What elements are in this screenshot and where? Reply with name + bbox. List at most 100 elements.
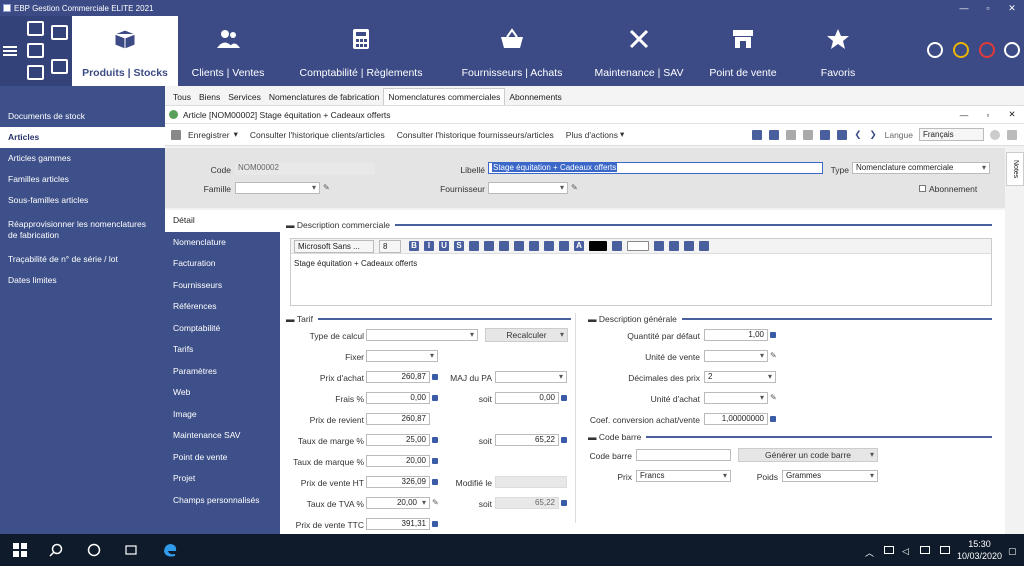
nav-favoris[interactable]: Favoris (802, 16, 874, 86)
strike-icon[interactable]: S (454, 241, 464, 251)
language-select[interactable]: Français (919, 128, 984, 141)
vtab-comptabilite[interactable]: Comptabilité (165, 318, 280, 340)
tab-nomenclatures-fabrication[interactable]: Nomenclatures de fabrication (265, 89, 384, 105)
maj-pa-select[interactable] (495, 371, 567, 383)
prix-unit-select[interactable]: Francs (636, 470, 731, 482)
nav-maintenance-sav[interactable]: Maintenance | SAV (590, 16, 688, 86)
tarif-header[interactable]: ▬ Tarif (286, 314, 571, 324)
prix-ttc-field[interactable]: 391,31 (366, 518, 430, 530)
minimize-button[interactable]: — (952, 3, 976, 13)
unite-achat-select[interactable] (704, 392, 768, 404)
volume-icon[interactable]: ◁ (902, 546, 912, 556)
sidebar-item-dates-limites[interactable]: Dates limites (0, 270, 165, 291)
more-actions-button[interactable]: Plus d'actions (566, 130, 618, 140)
notifications-icon[interactable]: ▢ (1008, 546, 1018, 556)
prix-achat-field[interactable]: 260,87 (366, 371, 430, 383)
recalculer-button[interactable]: Recalculer (485, 328, 568, 342)
save-button[interactable]: Enregistrer (188, 130, 230, 140)
frais-field[interactable]: 0,00 (366, 392, 430, 404)
text-color-icon[interactable]: A (574, 241, 584, 251)
generer-code-barre-button[interactable]: Générer un code barre (738, 448, 878, 462)
print-icon[interactable] (752, 129, 763, 140)
keyboard-icon[interactable] (940, 546, 950, 554)
code-barre-header[interactable]: ▬ Code barre (588, 432, 992, 442)
fournisseur-edit-icon[interactable]: ✎ (571, 183, 578, 192)
vtab-detail[interactable]: Détail (165, 210, 280, 232)
align-center-icon[interactable] (484, 241, 494, 251)
bell-icon[interactable] (953, 42, 969, 58)
indent-icon[interactable] (559, 241, 569, 251)
previous-icon[interactable]: ❮ (854, 129, 861, 140)
font-size-select[interactable]: 8 (379, 239, 401, 253)
nav-clients-ventes[interactable]: Clients | Ventes (185, 16, 271, 86)
vtab-facturation[interactable]: Facturation (165, 253, 280, 275)
duplicate-icon[interactable] (820, 129, 831, 140)
prix-revient-field[interactable]: 260,87 (366, 413, 430, 425)
power-icon[interactable] (1004, 42, 1020, 58)
vtab-nomenclature[interactable]: Nomenclature (165, 232, 280, 254)
delete-icon[interactable] (837, 129, 848, 140)
underline-icon[interactable]: U (439, 241, 449, 251)
notes-tab[interactable]: Notes (1006, 152, 1024, 186)
taux-marque-field[interactable]: 20,00 (366, 455, 430, 467)
poids-select[interactable]: Grammes (782, 470, 878, 482)
libelle-field[interactable]: Stage équitation + Cadeaux offerts (488, 162, 823, 174)
code-barre-field[interactable] (636, 449, 731, 461)
qte-defaut-field[interactable]: 1,00 (704, 329, 768, 341)
next-icon[interactable]: ❯ (870, 129, 877, 140)
tva-edit-icon[interactable]: ✎ (432, 498, 439, 507)
bold-icon[interactable]: B (409, 241, 419, 251)
unite-achat-edit-icon[interactable]: ✎ (770, 393, 777, 402)
print-icon[interactable] (27, 65, 44, 80)
windows-start-icon[interactable] (12, 542, 28, 558)
prix-vente-ht-calc-icon[interactable] (432, 479, 438, 485)
unite-vente-edit-icon[interactable]: ✎ (770, 351, 777, 360)
tab-nomenclatures-commerciales[interactable]: Nomenclatures commerciales (383, 88, 506, 105)
edge-icon[interactable] (162, 542, 178, 558)
doc-minimize-button[interactable]: — (952, 110, 976, 120)
fixer-select[interactable] (366, 350, 438, 362)
desc-generale-header[interactable]: ▬ Description générale (588, 314, 992, 324)
search-icon[interactable] (48, 542, 64, 558)
calendar-icon[interactable] (51, 25, 68, 40)
decimales-select[interactable]: 2 (704, 371, 776, 383)
abonnement-checkbox[interactable] (919, 185, 926, 192)
history-suppliers-button[interactable]: Consulter l'historique fournisseurs/arti… (397, 130, 554, 140)
tva-soit-calc-icon[interactable] (561, 500, 567, 506)
nav-fournisseurs-achats[interactable]: Fournisseurs | Achats (456, 16, 568, 86)
redo-icon[interactable] (669, 241, 679, 251)
coef-calc-icon[interactable] (770, 416, 776, 422)
vtab-maintenance-sav[interactable]: Maintenance SAV (165, 425, 280, 447)
tab-abonnements[interactable]: Abonnements (505, 89, 565, 105)
famille-edit-icon[interactable]: ✎ (323, 183, 330, 192)
sidebar-item-familles[interactable]: Familles articles (0, 169, 165, 190)
prix-vente-ht-field[interactable]: 326,09 (366, 476, 430, 488)
frais-calc-icon[interactable] (432, 395, 438, 401)
align-left-icon[interactable] (469, 241, 479, 251)
task-view-icon[interactable] (123, 542, 139, 558)
sidebar-item-documents-stock[interactable]: Documents de stock (0, 106, 165, 127)
vtab-web[interactable]: Web (165, 382, 280, 404)
redo-icon[interactable] (803, 129, 814, 140)
taux-marge-field[interactable]: 25,00 (366, 434, 430, 446)
editor-content[interactable]: Stage équitation + Cadeaux offerts (291, 254, 991, 273)
color-swatch[interactable] (589, 241, 607, 251)
preview-icon[interactable] (769, 129, 780, 140)
frais-soit-calc-icon[interactable] (561, 395, 567, 401)
vtab-image[interactable]: Image (165, 404, 280, 426)
desc-commerciale-header[interactable]: ▬ Description commerciale (286, 220, 992, 230)
prix-achat-calc-icon[interactable] (432, 374, 438, 380)
battery-icon[interactable] (884, 546, 894, 554)
register-icon[interactable] (51, 59, 68, 74)
famille-select[interactable] (235, 182, 320, 194)
fournisseur-select[interactable] (488, 182, 568, 194)
code-field[interactable]: NOM00002 (235, 163, 375, 175)
save-dropdown-icon[interactable]: ▾ (234, 129, 238, 140)
menu-icon[interactable] (3, 44, 17, 58)
nav-point-de-vente[interactable]: Point de vente (702, 16, 784, 86)
undo-icon[interactable] (654, 241, 664, 251)
highlight-icon[interactable] (612, 241, 622, 251)
sidebar-item-sous-familles[interactable]: Sous-familles articles (0, 190, 165, 211)
vtab-parametres[interactable]: Paramètres (165, 361, 280, 383)
help-icon[interactable] (990, 129, 1000, 140)
